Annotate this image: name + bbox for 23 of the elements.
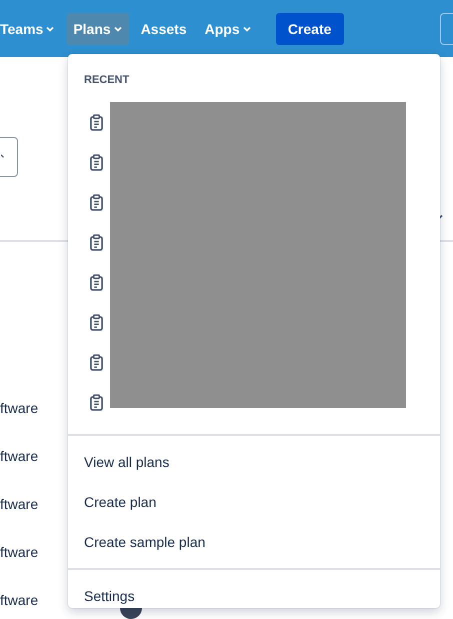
clipboard-icon[interactable] <box>90 314 103 330</box>
clipboard-icon[interactable] <box>90 194 103 210</box>
clipboard-icon[interactable] <box>90 114 103 130</box>
nav-menu[interactable]: Assets <box>134 12 193 44</box>
table-cell-text: ftware <box>0 544 38 562</box>
nav-menu[interactable]: Plans <box>67 12 129 44</box>
clipboard-icon[interactable] <box>90 274 103 290</box>
clipboard-icon[interactable] <box>90 154 103 170</box>
menu-item[interactable]: Create plan <box>68 482 440 522</box>
table-cell-text: ftware <box>0 496 38 514</box>
clipboard-icon[interactable] <box>90 234 103 250</box>
menu-item[interactable]: Create sample plan <box>68 522 440 562</box>
clipboard-icon[interactable] <box>90 394 103 410</box>
clipboard-icon[interactable] <box>90 354 103 370</box>
table-cell-text: ftware <box>0 400 38 418</box>
menu-item[interactable]: View all plans <box>68 442 440 482</box>
table-cell-text: ftware <box>0 448 38 466</box>
section-heading: RECENT <box>84 74 130 88</box>
nav-menu[interactable]: Teams <box>0 12 62 44</box>
create-button[interactable]: Create <box>276 12 344 44</box>
menu-item[interactable]: Settings <box>68 576 440 616</box>
nav-menu[interactable]: Apps <box>198 12 258 44</box>
table-cell-text: ftware <box>0 592 38 610</box>
